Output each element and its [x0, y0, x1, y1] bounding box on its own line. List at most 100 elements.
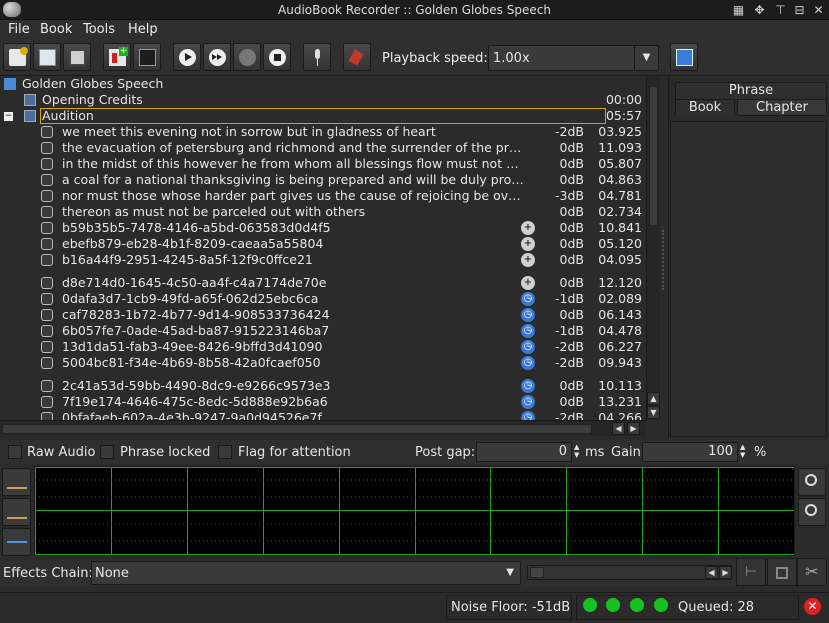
trim-button[interactable]: ⊢	[736, 558, 766, 586]
export-button[interactable]	[670, 43, 698, 71]
maximize-icon[interactable]: ⊟	[792, 3, 807, 17]
cut-button[interactable]: ✂	[797, 558, 827, 586]
phrase-duration: 04.095	[598, 252, 642, 267]
zoom-in-button[interactable]	[798, 468, 826, 496]
split-button[interactable]	[767, 558, 797, 586]
phrase-duration: 09.943	[598, 355, 642, 370]
post-gap-stepper-icon[interactable]: ▲ ▼	[574, 443, 579, 459]
book-tree[interactable]: Golden Globes Speech Opening Credits 00:…	[0, 76, 646, 420]
waveform-spectrum-button[interactable]	[2, 528, 31, 556]
waveform-view-button[interactable]	[2, 468, 31, 496]
phrase-icon	[41, 293, 53, 305]
tab-chapter[interactable]: Chapter	[737, 99, 827, 116]
splitter-handle[interactable]	[662, 230, 666, 290]
phrase-row[interactable]: 5004bc81-f34e-4b69-8b58-42a0fcaef050 ◷ -2d…	[0, 355, 646, 371]
phrase-row[interactable]: a coal for a national thanksgiving is be…	[0, 172, 646, 188]
menu-help[interactable]: Help	[128, 22, 158, 37]
phrase-row[interactable]: 0bfafaeb-602a-4e3b-9247-9a0d94526e7f ◷ -2d…	[0, 410, 646, 420]
chevron-down-icon[interactable]: ▼	[506, 567, 514, 578]
export-icon	[676, 49, 693, 66]
phrase-gain: -3dB	[555, 188, 584, 203]
phrase-duration: 10.841	[598, 220, 642, 235]
phrase-duration: 02.734	[598, 204, 642, 219]
fast-forward-button[interactable]	[203, 43, 231, 71]
scroll-down-arrow-icon[interactable]: ▼	[647, 406, 660, 419]
tree-chapter-row[interactable]: − Audition 05:57	[0, 108, 646, 124]
phrase-row[interactable]: d8e714d0-1645-4c50-aa4f-c4a7174de70e +0dB…	[0, 275, 646, 291]
post-gap-input[interactable]: 0	[476, 442, 572, 462]
gain-stepper-icon[interactable]: ▲ ▼	[740, 443, 745, 459]
phrase-row[interactable]: 0dafa3d7-1cb9-49fd-a65f-062d25ebc6ca ◷ -1d…	[0, 291, 646, 307]
phrase-row[interactable]: in the midst of this however he from who…	[0, 156, 646, 172]
pin-icon[interactable]: ⊤	[773, 3, 788, 17]
eraser-button[interactable]	[343, 43, 371, 71]
phrase-locked-checkbox[interactable]	[100, 445, 114, 459]
scroll-thumb[interactable]	[530, 567, 544, 578]
tile-icon[interactable]: ▦	[731, 3, 746, 17]
microphone-button[interactable]	[303, 43, 331, 71]
chapter-title: Opening Credits	[42, 92, 143, 107]
phrase-row[interactable]: we meet this evening not in sorrow but i…	[0, 124, 646, 140]
move-icon[interactable]: ✥	[752, 3, 767, 17]
phrase-row[interactable]: 13d1da51-fab3-49ee-8426-9bffd3d41090 ◷ -2d…	[0, 339, 646, 355]
phrase-row[interactable]: b16a44f9-2951-4245-8a5f-12f9c0ffce21 +0dB…	[0, 252, 646, 268]
tree-horizontal-scrollbar[interactable]: ◀ ▶	[0, 420, 646, 436]
scroll-right-arrow-icon[interactable]: ▶	[719, 566, 732, 579]
new-book-button[interactable]	[3, 43, 31, 71]
chapter-title[interactable]: Audition	[40, 108, 606, 124]
error-icon[interactable]: ✕	[804, 598, 821, 615]
phrase-options-bar: Raw Audio Phrase locked Flag for attenti…	[0, 440, 829, 464]
playback-speed-select[interactable]: 1.00x ▼	[488, 45, 659, 71]
zoom-out-icon	[805, 504, 817, 516]
phrase-duration: 04.266	[598, 410, 642, 420]
effects-chain-select[interactable]: None ▼	[91, 561, 521, 585]
collapse-icon[interactable]: −	[4, 112, 13, 121]
zoom-out-button[interactable]	[798, 498, 826, 526]
tab-phrase[interactable]: Phrase	[675, 82, 827, 99]
scroll-thumb[interactable]	[2, 424, 592, 434]
scroll-right-arrow-icon[interactable]: ▶	[627, 422, 640, 435]
open-button[interactable]	[33, 43, 61, 71]
phrase-row[interactable]: 6b057fe7-0ade-45ad-ba87-915223146ba7 ◷ -1d…	[0, 323, 646, 339]
pause-button[interactable]	[233, 43, 261, 71]
scroll-left-arrow-icon[interactable]: ◀	[705, 566, 718, 579]
raw-audio-checkbox[interactable]	[8, 445, 22, 459]
play-button[interactable]	[173, 43, 201, 71]
phrase-gain: 0dB	[559, 378, 584, 393]
menu-tools[interactable]: Tools	[83, 22, 115, 37]
close-icon[interactable]: ✕	[811, 3, 826, 17]
tab-book[interactable]: Book	[675, 99, 735, 116]
scroll-left-arrow-icon[interactable]: ◀	[612, 422, 625, 435]
tree-book-row[interactable]: Golden Globes Speech	[0, 76, 646, 92]
scroll-up-arrow-icon[interactable]: ▲	[647, 392, 660, 405]
phrase-row[interactable]: 7f19e174-4646-475c-8edc-5d888e92b6a6 ◷ 0dB…	[0, 394, 646, 410]
menu-book[interactable]: Book	[40, 22, 72, 37]
status-light-icon	[583, 598, 597, 612]
stop-button[interactable]	[263, 43, 291, 71]
waveform-button[interactable]	[133, 43, 161, 71]
gain-input[interactable]: 100	[642, 442, 738, 462]
tree-chapter-row[interactable]: Opening Credits 00:00	[0, 92, 646, 108]
phrase-text: the evacuation of petersburg and richmon…	[62, 140, 524, 155]
flag-checkbox[interactable]	[218, 445, 232, 459]
scroll-thumb[interactable]	[649, 86, 658, 226]
phrase-gain: -2dB	[555, 410, 584, 420]
phrase-row[interactable]: ebefb879-eb28-4b1f-8209-caeaa5a55804 +0dB…	[0, 236, 646, 252]
phrase-row[interactable]: 2c41a53d-59bb-4490-8dc9-e9266c9573e3 ◷ 0dB…	[0, 378, 646, 394]
phrase-row[interactable]: caf78283-1b72-4b77-9d14-908533736424 ◷ 0dB…	[0, 307, 646, 323]
record-new-button[interactable]: +	[103, 43, 131, 71]
save-button[interactable]	[63, 43, 91, 71]
phrase-gain: 0dB	[559, 252, 584, 267]
effects-scrollbar[interactable]: ◀ ▶	[527, 565, 732, 580]
phrase-row[interactable]: the evacuation of petersburg and richmon…	[0, 140, 646, 156]
phrase-duration: 04.863	[598, 172, 642, 187]
scissors-icon: ✂	[805, 562, 819, 581]
menu-file[interactable]: File	[8, 22, 30, 37]
phrase-row[interactable]: thereon as must not be parceled out with…	[0, 204, 646, 220]
tree-vertical-scrollbar[interactable]: ▲ ▼	[646, 76, 660, 420]
phrase-row[interactable]: nor must those whose harder part gives u…	[0, 188, 646, 204]
chevron-down-icon[interactable]: ▼	[634, 46, 658, 70]
waveform-peak-button[interactable]	[2, 498, 31, 526]
waveform-display[interactable]	[34, 466, 795, 556]
phrase-row[interactable]: b59b35b5-7478-4146-a5bd-063583d0d4f5 +0dB…	[0, 220, 646, 236]
